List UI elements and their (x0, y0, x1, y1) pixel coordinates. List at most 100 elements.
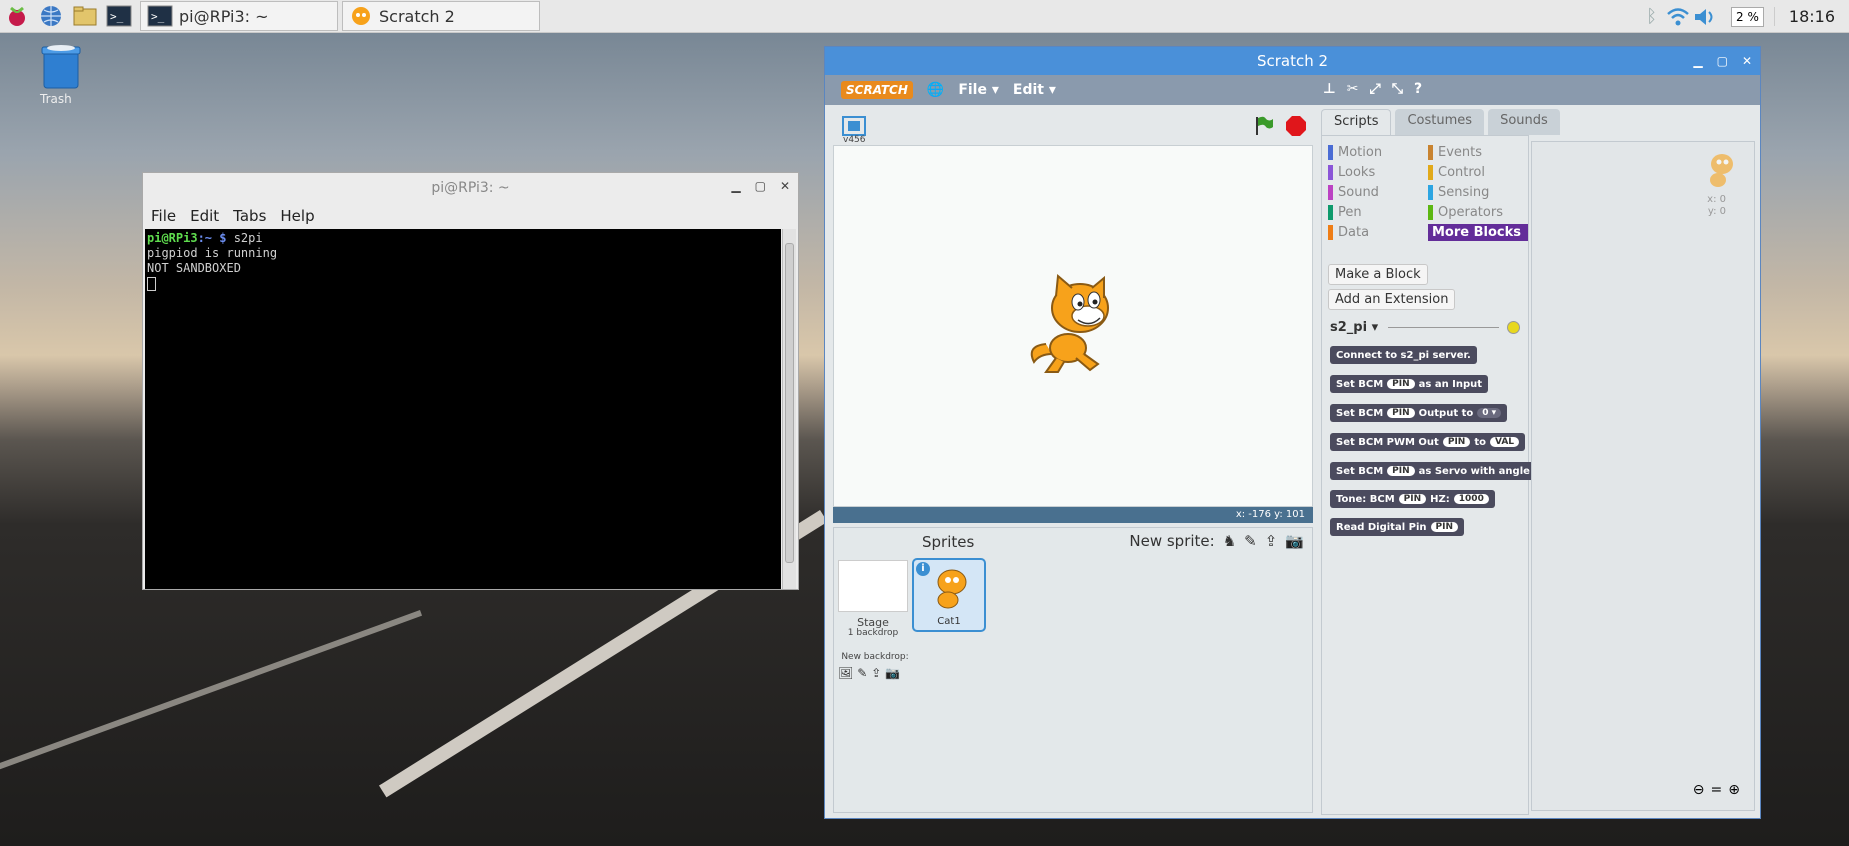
trash-icon[interactable] (40, 44, 82, 90)
stage[interactable] (833, 145, 1313, 507)
stage-backdrop-count: 1 backdrop (847, 628, 899, 638)
close-icon[interactable]: ✕ (1742, 54, 1752, 68)
category-sensing[interactable]: Sensing (1428, 184, 1528, 201)
extension-name[interactable]: s2_pi ▾ (1330, 320, 1378, 335)
terminal-command: s2pi (226, 231, 263, 245)
zoom-in-icon[interactable]: ⊕ (1728, 782, 1740, 798)
taskbar-scratch-button[interactable]: Scratch 2 (342, 1, 540, 31)
maximize-icon[interactable]: ▢ (755, 179, 766, 193)
upload-backdrop-icon[interactable]: ⇪ (871, 666, 881, 680)
category-more-blocks[interactable]: More Blocks (1428, 224, 1528, 241)
svg-text:>_: >_ (151, 10, 165, 23)
raspberry-menu-icon[interactable] (0, 1, 34, 31)
paint-backdrop-icon[interactable]: ✎ (857, 666, 867, 680)
stop-sign-icon[interactable] (1285, 115, 1307, 137)
minimize-icon[interactable]: ▁ (1693, 54, 1702, 68)
terminal-titlebar[interactable]: pi@RPi3: ~ ▁ ▢ ✕ (143, 173, 798, 203)
menu-file[interactable]: File (151, 207, 176, 225)
bluetooth-icon[interactable]: ᛒ (1638, 6, 1665, 27)
volume-icon[interactable] (1691, 6, 1721, 28)
block-connect[interactable]: Connect to s2_pi server. (1330, 346, 1477, 364)
zoom-reset-icon[interactable]: = (1711, 782, 1723, 798)
taskbar-terminal-label: pi@RPi3: ~ (179, 6, 269, 26)
terminal-title: pi@RPi3: ~ (431, 180, 510, 196)
stage-toolbar: v456 (833, 111, 1313, 145)
trash-label: Trash (40, 92, 72, 106)
language-globe-icon[interactable]: 🌐 (927, 82, 944, 98)
duplicate-stamp-icon[interactable]: ⊥ (1323, 81, 1336, 97)
camera-backdrop-icon[interactable]: 📷 (885, 666, 900, 680)
terminal-output-line: NOT SANDBOXED (147, 261, 241, 275)
cat-sprite[interactable] (1026, 274, 1126, 378)
grow-icon[interactable]: ⤢ (1370, 81, 1381, 97)
zoom-out-icon[interactable]: ⊖ (1693, 782, 1705, 798)
help-icon[interactable]: ? (1414, 81, 1422, 97)
browser-globe-icon[interactable] (34, 1, 68, 31)
camera-sprite-icon[interactable]: 📷 (1285, 532, 1304, 550)
menu-tabs[interactable]: Tabs (233, 207, 266, 225)
scripts-area[interactable]: x: 0 y: 0 ⊖ = ⊕ (1531, 141, 1755, 811)
scrollbar-thumb[interactable] (785, 243, 794, 563)
menu-help[interactable]: Help (280, 207, 314, 225)
green-flag-icon[interactable] (1253, 115, 1275, 137)
category-looks[interactable]: Looks (1328, 164, 1428, 181)
file-manager-icon[interactable] (68, 1, 102, 31)
category-operators[interactable]: Operators (1428, 204, 1528, 221)
sprite-tile-cat1[interactable]: i Cat1 (912, 558, 986, 632)
category-pen[interactable]: Pen (1328, 204, 1428, 221)
backdrop-library-icon[interactable]: 🖼 (838, 666, 853, 680)
shrink-icon[interactable]: ⤡ (1392, 81, 1403, 97)
make-block-button[interactable]: Make a Block (1328, 264, 1428, 285)
terminal-line-command: pi@RPi3:~ $ s2pi (147, 231, 779, 246)
prompt-user: pi@RPi3 (147, 231, 198, 245)
close-icon[interactable]: ✕ (780, 179, 790, 193)
presentation-mode-icon[interactable] (841, 115, 867, 137)
tab-scripts[interactable]: Scripts (1321, 109, 1392, 135)
new-backdrop-label: New backdrop: (841, 652, 909, 662)
taskbar-terminal-button[interactable]: >_ pi@RPi3: ~ (140, 1, 338, 31)
maximize-icon[interactable]: ▢ (1717, 54, 1728, 68)
tab-costumes[interactable]: Costumes (1395, 109, 1485, 135)
block-read-digital-pin[interactable]: Read Digital Pin PIN (1330, 518, 1464, 536)
category-motion[interactable]: Motion (1328, 144, 1428, 161)
version-label: v456 (843, 135, 866, 145)
paint-sprite-icon[interactable]: ✎ (1244, 532, 1257, 550)
terminal-scrollbar[interactable] (782, 229, 796, 589)
stage-thumbnail[interactable] (838, 560, 908, 612)
category-data[interactable]: Data (1328, 224, 1428, 241)
taskbar-scratch-label: Scratch 2 (379, 6, 455, 26)
sprite-name: Cat1 (937, 616, 961, 627)
block-set-output[interactable]: Set BCM PIN Output to 0 ▾ (1330, 404, 1508, 422)
scratch-titlebar[interactable]: Scratch 2 ▁ ▢ ✕ (825, 47, 1760, 75)
category-control[interactable]: Control (1428, 164, 1528, 181)
taskbar: >_ >_ pi@RPi3: ~ Scratch 2 ᛒ 2 % 18:16 (0, 0, 1849, 33)
block-tone[interactable]: Tone: BCM PIN HZ: 1000 (1330, 490, 1495, 508)
add-extension-button[interactable]: Add an Extension (1328, 289, 1456, 310)
wifi-icon[interactable] (1665, 6, 1691, 28)
cpu-monitor: 2 % (1731, 6, 1764, 27)
upload-sprite-icon[interactable]: ⇪ (1265, 532, 1278, 550)
sprite-preview-icon (1710, 154, 1733, 187)
block-set-pwm[interactable]: Set BCM PWM Out PIN to VAL (1330, 433, 1526, 451)
menu-edit[interactable]: Edit ▾ (1013, 82, 1056, 98)
scratch-window: Scratch 2 ▁ ▢ ✕ SCRATCH 🌐 File ▾ Edit ▾ … (824, 46, 1761, 819)
terminal-menubar: File Edit Tabs Help (143, 203, 798, 229)
block-set-servo[interactable]: Set BCM PIN as Servo with angle (1330, 462, 1536, 480)
scratch-logo[interactable]: SCRATCH (841, 81, 913, 99)
prompt-path: :~ $ (197, 231, 227, 245)
sprite-library-icon[interactable]: ♞ (1223, 532, 1236, 550)
extension-header: s2_pi ▾ (1330, 320, 1520, 335)
terminal-screen[interactable]: pi@RPi3:~ $ s2pi pigpiod is running NOT … (145, 229, 781, 589)
extension-status-indicator (1507, 321, 1520, 334)
delete-scissors-icon[interactable]: ✂ (1347, 81, 1359, 97)
menu-file[interactable]: File ▾ (958, 82, 999, 98)
sprites-label: Sprites (922, 533, 975, 551)
minimize-icon[interactable]: ▁ (731, 179, 740, 193)
category-sound[interactable]: Sound (1328, 184, 1428, 201)
clock: 18:16 (1773, 7, 1849, 26)
terminal-launcher-icon[interactable]: >_ (102, 1, 136, 31)
block-set-input[interactable]: Set BCM PIN as an Input (1330, 375, 1489, 393)
category-events[interactable]: Events (1428, 144, 1528, 161)
tab-sounds[interactable]: Sounds (1488, 109, 1560, 135)
menu-edit[interactable]: Edit (190, 207, 219, 225)
